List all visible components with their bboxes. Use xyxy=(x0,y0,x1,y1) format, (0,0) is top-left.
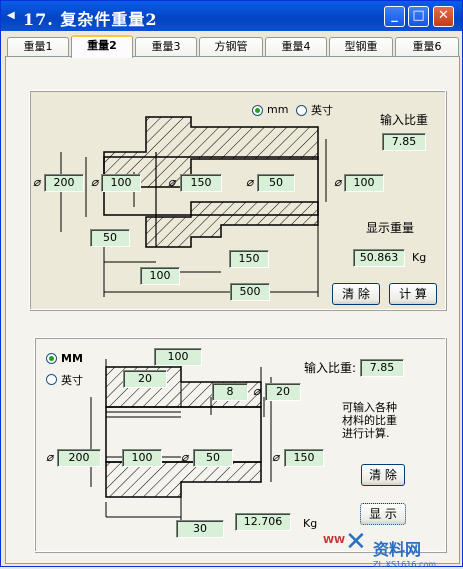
bottom-phi1-label: ⌀ xyxy=(46,450,54,464)
watermark: 资料网 ZL.XS1616.com xyxy=(373,536,436,569)
bottom-unit-inch-radio[interactable] xyxy=(46,374,57,385)
bottom-d4-input[interactable]: 150 xyxy=(284,449,324,467)
tab-square-tube[interactable]: 方钢管 xyxy=(199,37,263,57)
top-clear-button[interactable]: 清 除 xyxy=(332,283,380,305)
bottom-phi-small-label: ⌀ xyxy=(253,384,261,398)
top-unit-inch-radio[interactable] xyxy=(296,105,307,116)
top-weight-output: 50.863 xyxy=(353,249,405,267)
watermark-url: ZL.XS1616.com xyxy=(373,560,437,569)
top-phi4-label: ⌀ xyxy=(246,175,254,189)
bottom-len30-input[interactable]: 30 xyxy=(176,520,224,538)
app-window: ◀ 17. 复杂件重量2 _ □ ✕ 重量1 重量2 重量3 方钢管 重量4 型… xyxy=(0,0,463,569)
top-weight-label: 显示重量 xyxy=(366,221,415,235)
bottom-phi4-label: ⌀ xyxy=(272,450,280,464)
bottom-d3-input[interactable]: 50 xyxy=(193,449,233,467)
watermark-text: 资料网 xyxy=(373,540,422,559)
bottom-show-button[interactable]: 显 示 xyxy=(360,503,406,525)
bottom-len-20-input[interactable]: 20 xyxy=(123,370,167,388)
top-density-label: 输入比重 xyxy=(380,113,429,127)
bottom-density-label: 输入比重: xyxy=(304,361,357,375)
bottom-d-small-input[interactable]: 8 xyxy=(212,383,248,401)
window-title: 17. 复杂件重量2 xyxy=(23,10,158,29)
bottom-weight-output: 12.706 xyxy=(235,513,291,531)
minimize-button[interactable]: _ xyxy=(384,6,405,27)
top-unit-inch-label: 英寸 xyxy=(311,104,333,117)
top-d1-input[interactable]: 200 xyxy=(44,174,84,192)
maximize-button[interactable]: □ xyxy=(408,6,429,27)
top-d2-input[interactable]: 100 xyxy=(101,174,141,192)
bottom-note-line3: 进行计算. xyxy=(342,427,390,440)
close-button[interactable]: ✕ xyxy=(433,6,454,27)
top-len-c-input[interactable]: 100 xyxy=(140,267,180,285)
top-phi5-label: ⌀ xyxy=(334,175,342,189)
top-part-lower xyxy=(145,201,319,248)
title-bar[interactable]: ◀ 17. 复杂件重量2 _ □ ✕ xyxy=(1,1,462,31)
bottom-phi3-label: ⌀ xyxy=(181,450,189,464)
bottom-unit-inch-label: 英寸 xyxy=(61,374,83,387)
top-len-b-input[interactable]: 150 xyxy=(229,250,269,268)
top-phi3-label: ⌀ xyxy=(168,175,176,189)
top-density-input[interactable]: 7.85 xyxy=(382,133,426,151)
bottom-unit-mm-label: MM xyxy=(61,352,83,365)
top-unit-mm-label: mm xyxy=(267,103,289,116)
tab-weight1[interactable]: 重量1 xyxy=(7,37,69,57)
bottom-len-top-input[interactable]: 100 xyxy=(154,348,202,366)
tab-strip: 重量1 重量2 重量3 方钢管 重量4 型钢重 重量6 xyxy=(5,35,461,58)
top-phi2-label: ⌀ xyxy=(91,175,99,189)
tab-weight3[interactable]: 重量3 xyxy=(135,37,197,57)
bottom-weight-unit: Kg xyxy=(303,517,318,530)
top-unit-mm-radio[interactable] xyxy=(252,105,263,116)
top-phi1-label: ⌀ xyxy=(33,175,41,189)
bottom-d1-input[interactable]: 200 xyxy=(57,449,101,467)
bottom-density-input[interactable]: 7.85 xyxy=(360,359,404,377)
bottom-d20-input[interactable]: 20 xyxy=(265,383,301,401)
bottom-clear-button[interactable]: 清 除 xyxy=(361,464,405,486)
bottom-unit-mm-radio[interactable] xyxy=(46,353,57,364)
tab-section-steel[interactable]: 型钢重 xyxy=(329,37,393,57)
top-calc-button[interactable]: 计 算 xyxy=(389,283,437,305)
tab-page-weight2: mm 英寸 输入比重 7.85 ⌀ 200 ⌀ 100 ⌀ 150 ⌀ 50 ⌀… xyxy=(5,56,460,564)
bottom-d2-input[interactable]: 100 xyxy=(122,449,162,467)
top-d5-input[interactable]: 100 xyxy=(344,174,384,192)
tab-weight6[interactable]: 重量6 xyxy=(395,37,459,57)
tab-weight2[interactable]: 重量2 xyxy=(71,35,133,58)
top-d4-input[interactable]: 50 xyxy=(257,174,295,192)
tab-weight4[interactable]: 重量4 xyxy=(265,37,327,57)
watermark-prefix: WW xyxy=(323,535,346,546)
watermark-logo-icon: ✕ xyxy=(345,527,367,557)
top-d3-input[interactable]: 150 xyxy=(180,174,222,192)
app-icon[interactable]: ◀ xyxy=(7,10,15,21)
top-weight-unit: Kg xyxy=(412,251,427,264)
top-len-a-input[interactable]: 50 xyxy=(90,229,130,247)
top-len-d-input[interactable]: 500 xyxy=(230,283,270,301)
